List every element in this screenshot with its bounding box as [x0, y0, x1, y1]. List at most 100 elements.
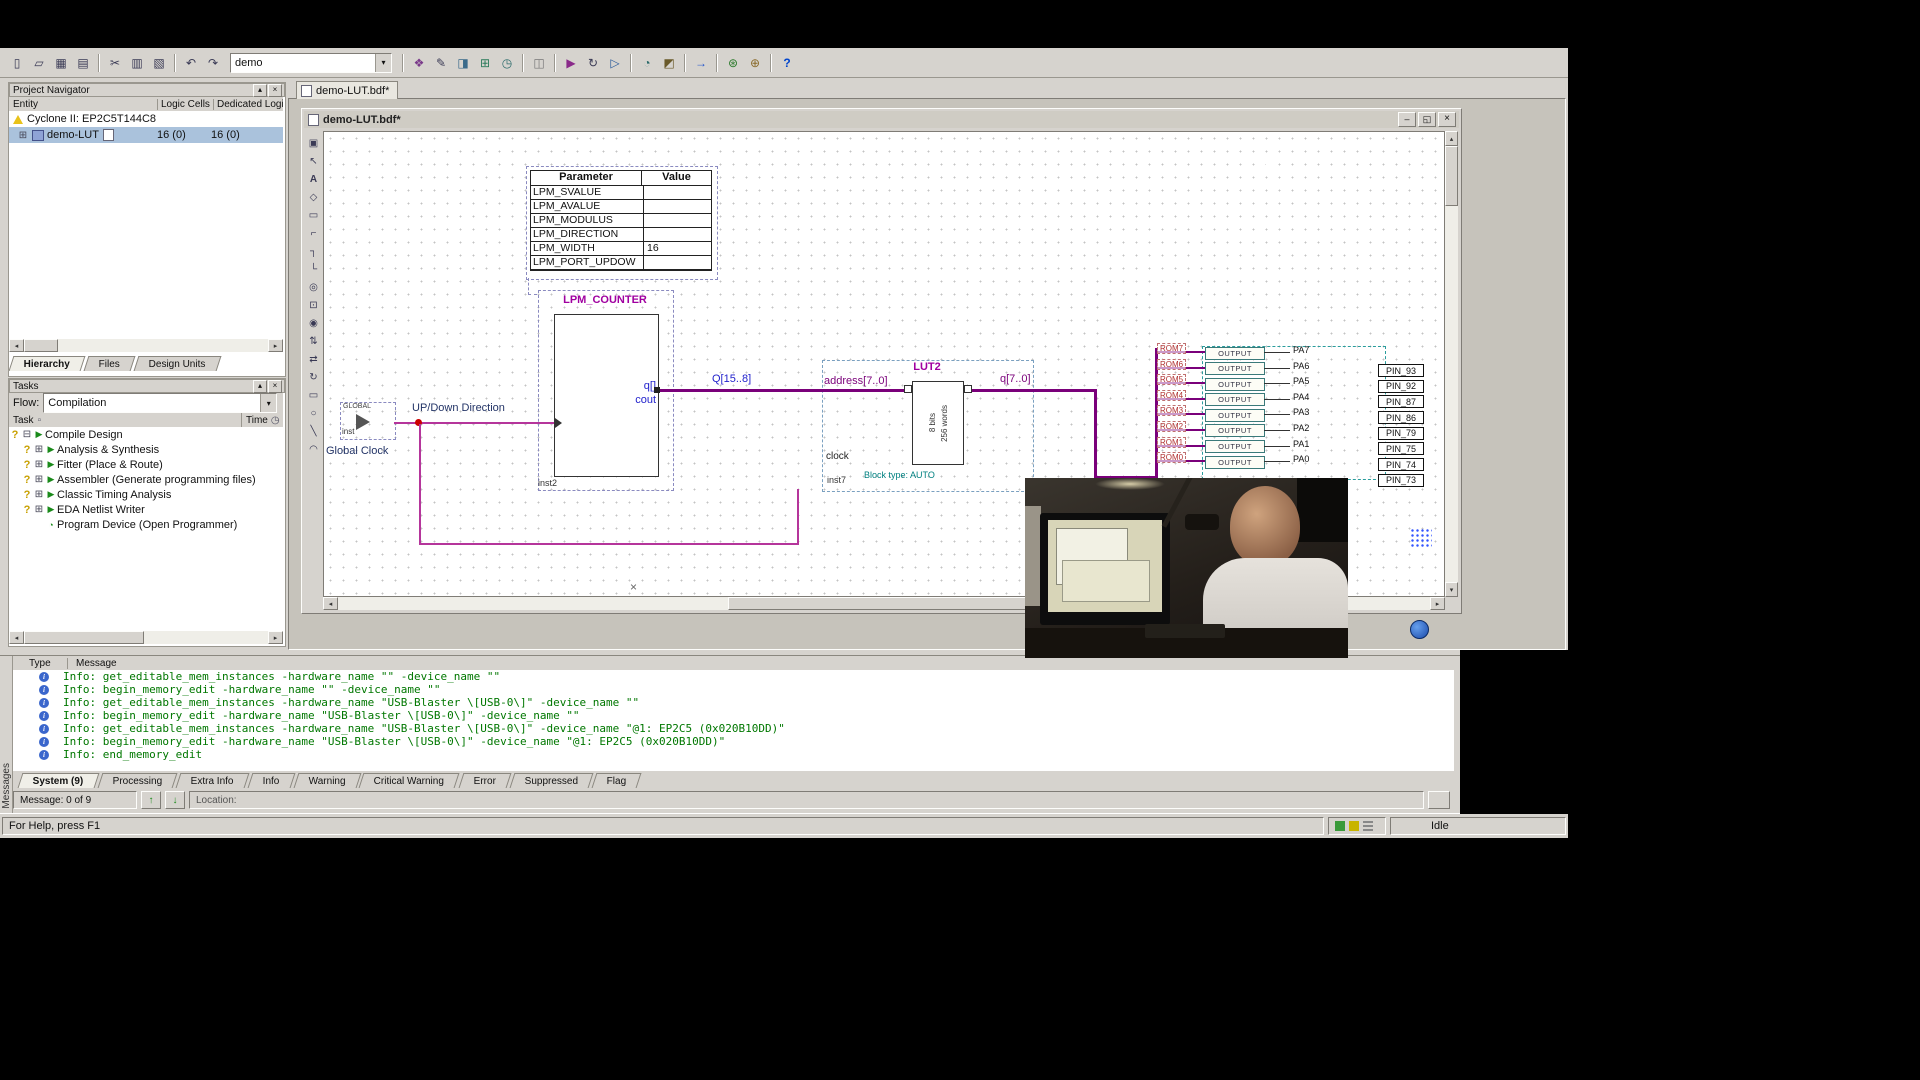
document-tab-label[interactable]: demo-LUT.bdf* — [316, 85, 389, 97]
output-pin-symbol[interactable]: OUTPUT — [1205, 347, 1265, 360]
column-type[interactable]: Type — [13, 658, 67, 669]
scroll-up-icon[interactable]: ▴ — [1445, 131, 1458, 146]
chevron-down-icon[interactable]: ▾ — [375, 54, 391, 72]
message-row[interactable]: i Info: get_editable_mem_instances -hard… — [13, 722, 1454, 735]
task-row[interactable]: ? ⊞ ▶ EDA Netlist Writer — [9, 502, 283, 517]
scroll-right-icon[interactable]: ▸ — [268, 631, 283, 644]
scroll-left-icon[interactable]: ◂ — [323, 597, 338, 610]
task-row[interactable]: ? ⊞ ▶ Classic Timing Analysis — [9, 487, 283, 502]
scroll-down-icon[interactable]: ▾ — [1445, 582, 1458, 597]
canvas-v-scrollbar[interactable]: ▴ ▾ — [1445, 131, 1458, 597]
close-panel-icon[interactable]: × — [268, 84, 282, 97]
task-run-icon[interactable]: ▶ — [45, 489, 57, 500]
pin-location-box[interactable]: PIN_93 — [1378, 364, 1424, 377]
scroll-right-icon[interactable]: ▸ — [1430, 597, 1445, 610]
pin-location-box[interactable]: PIN_87 — [1378, 395, 1424, 408]
scrollbar-thumb[interactable] — [24, 631, 144, 644]
task-label[interactable]: EDA Netlist Writer — [57, 504, 145, 516]
tree-expand-icon[interactable]: ⊞ — [33, 489, 45, 500]
param-row[interactable]: LPM_WIDTH 16 — [531, 242, 711, 256]
timing-analyzer-icon[interactable]: ◷ — [497, 53, 517, 73]
pin-name-label[interactable]: PA5 — [1293, 376, 1309, 386]
message-row[interactable]: i Info: begin_memory_edit -hardware_name… — [13, 683, 1454, 696]
rom-net-label[interactable]: ROM1 — [1157, 437, 1186, 448]
programmer-icon[interactable]: ⊛ — [723, 53, 743, 73]
task-row[interactable]: ? ⊞ ▶ Analysis & Synthesis — [9, 442, 283, 457]
rom-net-label[interactable]: ROM5 — [1157, 374, 1186, 385]
param-value[interactable]: 16 — [644, 242, 711, 255]
help-icon[interactable]: ? — [777, 53, 797, 73]
lut-output-port[interactable] — [964, 385, 972, 393]
global-clock-label[interactable]: Global Clock — [326, 445, 388, 457]
rom-net-label[interactable]: ROM0 — [1157, 452, 1186, 463]
pin-name-label[interactable]: PA4 — [1293, 392, 1309, 402]
pin-location-box[interactable]: PIN_92 — [1378, 380, 1424, 393]
tree-expand-icon[interactable]: ⊞ — [33, 474, 45, 485]
column-task[interactable]: Task — [9, 415, 34, 426]
pin-name-label[interactable]: PA7 — [1293, 345, 1309, 355]
scrollbar-track[interactable] — [1445, 146, 1458, 582]
tree-expand-icon[interactable]: ⊞ — [33, 444, 45, 455]
locate-button[interactable] — [1428, 791, 1450, 809]
task-run-icon[interactable]: ▶ — [45, 444, 57, 455]
counter-port-q[interactable]: q[] — [624, 380, 656, 392]
bus-output-vertical[interactable] — [1094, 389, 1097, 479]
task-label[interactable]: Compile Design — [45, 429, 123, 441]
bus-lut-address[interactable] — [820, 389, 908, 392]
settings-icon[interactable]: ✎ — [431, 53, 451, 73]
pin-location-box[interactable]: PIN_79 — [1378, 427, 1424, 440]
pin-name-label[interactable]: PA6 — [1293, 361, 1309, 371]
entity-row-selected[interactable]: ⊞ demo-LUT 16 (0) 16 (0) — [9, 127, 283, 143]
editor-window-titlebar[interactable]: demo-LUT.bdf* – ◱ × — [304, 111, 1459, 128]
messages-list[interactable]: i Info: get_editable_mem_instances -hard… — [13, 670, 1454, 771]
tasks-tree[interactable]: ? ⊟ ▶ Compile Design ? ⊞ ▶ Analysis & Sy… — [9, 427, 283, 619]
wire-clock-vertical[interactable] — [419, 424, 421, 545]
scroll-left-icon[interactable]: ◂ — [9, 339, 24, 352]
rom-net-label[interactable]: ROM7 — [1157, 343, 1186, 354]
assignment-editor-icon[interactable]: ◨ — [453, 53, 473, 73]
block-tool-icon[interactable]: ▭ — [305, 207, 322, 224]
column-dedicated[interactable]: Dedicated Logic R — [214, 99, 283, 110]
scroll-left-icon[interactable]: ◂ — [9, 631, 24, 644]
save-icon[interactable]: ▦ — [51, 53, 71, 73]
message-text[interactable]: Info: get_editable_mem_instances -hardwa… — [63, 722, 785, 735]
param-name[interactable]: LPM_MODULUS — [531, 214, 644, 227]
orthogonal-conduit-tool-icon[interactable]: └ — [305, 261, 322, 278]
line-tool-icon[interactable]: ╲ — [305, 423, 322, 440]
netlist-viewer-icon[interactable]: ◫ — [529, 53, 549, 73]
zoom-tool-icon[interactable]: ◎ — [305, 279, 322, 296]
param-value[interactable] — [644, 214, 711, 227]
start-analysis-icon[interactable]: ▷ — [605, 53, 625, 73]
lut-clock-label[interactable]: clock — [826, 451, 849, 462]
message-row[interactable]: i Info: begin_memory_edit -hardware_name… — [13, 735, 1454, 748]
compilation-report-icon[interactable]: ◔ — [637, 53, 657, 73]
rtl-viewer-icon[interactable]: → — [691, 53, 711, 73]
task-label[interactable]: Fitter (Place & Route) — [57, 459, 163, 471]
globe-icon[interactable] — [1410, 620, 1429, 639]
minimize-icon[interactable]: – — [1398, 112, 1416, 127]
param-value[interactable] — [644, 256, 711, 269]
message-text[interactable]: Info: begin_memory_edit -hardware_name "… — [63, 709, 580, 722]
close-icon[interactable]: × — [1438, 112, 1456, 127]
start-compilation-icon[interactable]: ▶ — [561, 53, 581, 73]
full-screen-icon[interactable]: ⊡ — [305, 297, 322, 314]
counter-title[interactable]: LPM_COUNTER — [540, 294, 670, 306]
output-pin-symbol[interactable]: OUTPUT — [1205, 378, 1265, 391]
param-value[interactable] — [644, 228, 711, 241]
tree-expand-icon[interactable]: ⊞ — [17, 130, 29, 141]
undo-icon[interactable]: ↶ — [181, 53, 201, 73]
output-pin-symbol[interactable]: OUTPUT — [1205, 424, 1265, 437]
output-pin-symbol[interactable]: OUTPUT — [1205, 440, 1265, 453]
document-tab[interactable]: demo-LUT.bdf* — [296, 81, 398, 99]
orthogonal-bus-tool-icon[interactable]: ┐ — [305, 243, 322, 260]
bus-label-q15-8[interactable]: Q[15..8] — [712, 373, 751, 385]
parameter-table[interactable]: Parameter Value LPM_SVALUE LPM_AVALUE LP… — [530, 170, 712, 271]
close-panel-icon[interactable]: × — [268, 380, 282, 393]
lut-title[interactable]: LUT2 — [822, 361, 1032, 373]
next-message-button[interactable]: ↓ — [165, 791, 185, 809]
param-row[interactable]: LPM_SVALUE — [531, 186, 711, 200]
tab-files[interactable]: Files — [84, 356, 136, 371]
chip-planner-icon[interactable]: ◩ — [659, 53, 679, 73]
pin-name-label[interactable]: PA0 — [1293, 454, 1309, 464]
message-filter-tab[interactable]: Extra Info — [176, 773, 250, 788]
